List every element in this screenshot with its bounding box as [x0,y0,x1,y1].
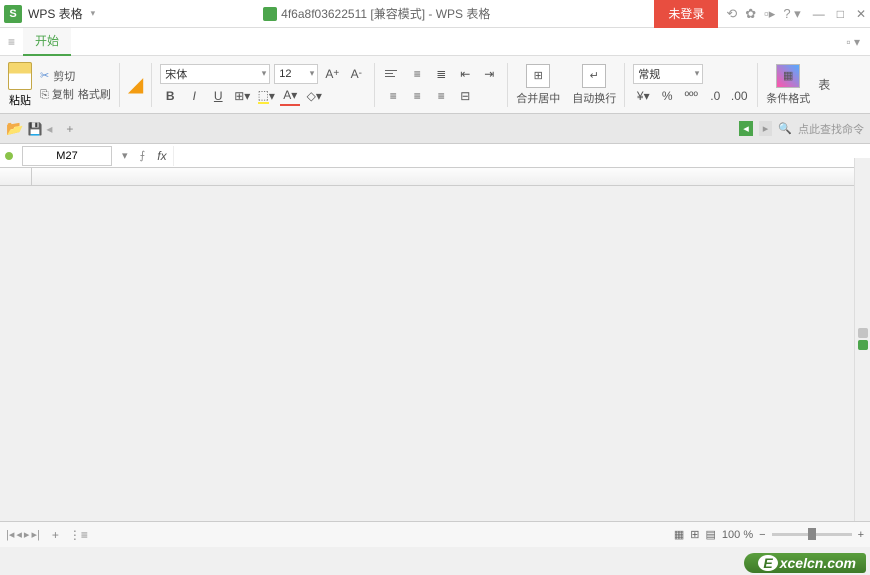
fx-insert-icon[interactable]: ⨍ [134,149,152,162]
clipboard-icon [8,62,32,90]
column-headers [0,168,870,186]
tab-prev-icon[interactable]: ◂ [46,122,52,136]
scroll-thumb[interactable] [858,328,868,338]
status-bar: |◂ ◂ ▸ ▸| + ⋮≡ ▦ ⊞ ▤ 100 % − + [0,521,870,547]
cond-format-icon: ▦ [776,64,800,88]
search-icon[interactable]: 🔍 [778,122,792,135]
border-button[interactable]: ⊞▾ [232,86,252,106]
align-top-button[interactable] [383,64,403,84]
sheet-nav-next[interactable]: ▸ [24,528,30,541]
save-icon[interactable]: 💾 [27,122,42,136]
menu-overflow[interactable]: ▫ ▾ [836,35,870,49]
app-name: WPS 表格 [28,5,83,22]
zoom-out-button[interactable]: − [759,529,765,541]
watermark: Excelcn.com [744,553,866,573]
vertical-scrollbar[interactable] [854,158,870,547]
title-center: 4f6a8f03622511 [兼容模式] - WPS 表格 [99,5,654,22]
select-all-corner[interactable] [0,168,32,185]
name-box[interactable] [22,146,112,166]
dec-decimal-button[interactable]: .00 [729,86,749,106]
paste-button[interactable]: 粘贴 [6,60,34,110]
merge-icon: ⊞ [526,64,550,88]
indent-right-button[interactable]: ⇥ [479,64,499,84]
sync-icon[interactable]: ⟲ [726,6,737,22]
cut-button[interactable]: ✂剪切 [40,68,111,84]
clear-format-button[interactable]: ◇▾ [304,86,324,106]
tab-nav-left[interactable]: ◂ [739,121,753,136]
add-tab-button[interactable]: + [60,122,79,136]
view-page-icon[interactable]: ⊞ [690,528,699,541]
align-center-button[interactable]: ≡ [407,86,427,106]
underline-button[interactable]: U [208,86,228,106]
add-sheet-button[interactable]: + [44,528,67,542]
indent-left-button[interactable]: ⇤ [455,64,475,84]
help-icon[interactable]: ? ▾ [783,6,800,22]
doc-icon [263,7,277,21]
scroll-marker [858,340,868,350]
hamburger-icon[interactable]: ≡ [0,35,23,49]
increase-font-button[interactable]: A+ [322,64,342,84]
title-bar: S WPS 表格 ▾ 4f6a8f03622511 [兼容模式] - WPS 表… [0,0,870,28]
menu-bar: ≡ 开始 ▫ ▾ [0,28,870,56]
menu-开始[interactable]: 开始 [23,28,71,56]
sheet-list-button[interactable]: ⋮≡ [69,528,88,542]
zoom-pct[interactable]: 100 % [722,529,753,541]
open-folder-icon[interactable]: 📂 [6,120,23,137]
font-name-select[interactable]: 宋体 [160,64,270,84]
maximize-button[interactable]: □ [837,7,844,21]
view-normal-icon[interactable]: ▦ [674,528,684,541]
wrap-icon: ↵ [582,64,606,88]
decrease-font-button[interactable]: A- [346,64,366,84]
italic-button[interactable]: I [184,86,204,106]
wrap-text-button[interactable]: ↵ 自动换行 [568,64,620,106]
fill-color-button[interactable]: ⬚▾ [256,86,276,106]
percent-button[interactable]: % [657,86,677,106]
fx-label: fx [151,149,172,163]
window-controls: — □ ✕ [813,7,866,21]
minimize-button[interactable]: — [813,7,825,21]
merge-center-button[interactable]: ⊞ 合并居中 [512,64,564,106]
merge-split-button[interactable]: ⊟ [455,86,475,106]
app-logo: S [4,5,22,23]
align-bottom-button[interactable]: ≣ [431,64,451,84]
formula-bar: ▾ ⨍ fx [0,144,870,168]
highlighter-button[interactable]: ◢ [124,72,147,97]
currency-button[interactable]: ¥▾ [633,86,653,106]
formula-input[interactable] [173,146,870,166]
font-size-select[interactable]: 12 [274,64,318,84]
cond-format-button[interactable]: ▦ 条件格式 [762,64,814,106]
zoom-in-button[interactable]: + [858,529,864,541]
settings-icon[interactable]: ✿ [745,6,756,22]
sheet-nav-last[interactable]: ▸| [31,528,39,541]
align-left-button[interactable]: ≡ [383,86,403,106]
number-format-select[interactable]: 常规 [633,64,703,84]
login-button[interactable]: 未登录 [654,0,718,28]
inc-decimal-button[interactable]: .0 [705,86,725,106]
close-button[interactable]: ✕ [856,7,866,21]
ribbon: 粘贴 ✂剪切 ⎘ 复制 格式刷 ◢ 宋体 12 A+ A- B I U ⊞▾ ⬚… [0,56,870,114]
status-led [0,152,18,160]
tab-nav-right[interactable]: ▸ [759,121,773,136]
view-layout-icon[interactable]: ▤ [706,528,716,541]
title-tools: ⟲ ✿ ▫▸ ? ▾ [726,6,800,22]
align-right-button[interactable]: ≡ [431,86,451,106]
align-middle-button[interactable]: ≡ [407,64,427,84]
namebox-dd[interactable]: ▾ [116,149,134,162]
skin-icon[interactable]: ▫▸ [764,6,775,22]
font-color-button[interactable]: A▾ [280,86,300,106]
sheet-area [0,168,870,186]
window-title: 4f6a8f03622511 [兼容模式] - WPS 表格 [281,5,490,22]
zoom-slider[interactable] [772,533,852,536]
bold-button[interactable]: B [160,86,180,106]
sheet-nav-first[interactable]: |◂ [6,528,14,541]
sheet-nav-prev[interactable]: ◂ [16,528,22,541]
search-hint[interactable]: 点此查找命令 [798,121,864,137]
file-tab-bar: 📂 💾 ◂ + ◂ ▸ 🔍 点此查找命令 [0,114,870,144]
format-brush-button[interactable]: 格式刷 [78,86,111,102]
app-menu-dd[interactable]: ▾ [91,8,96,19]
copy-button[interactable]: ⎘ 复制 [40,86,74,102]
comma-button[interactable]: ººº [681,86,701,106]
